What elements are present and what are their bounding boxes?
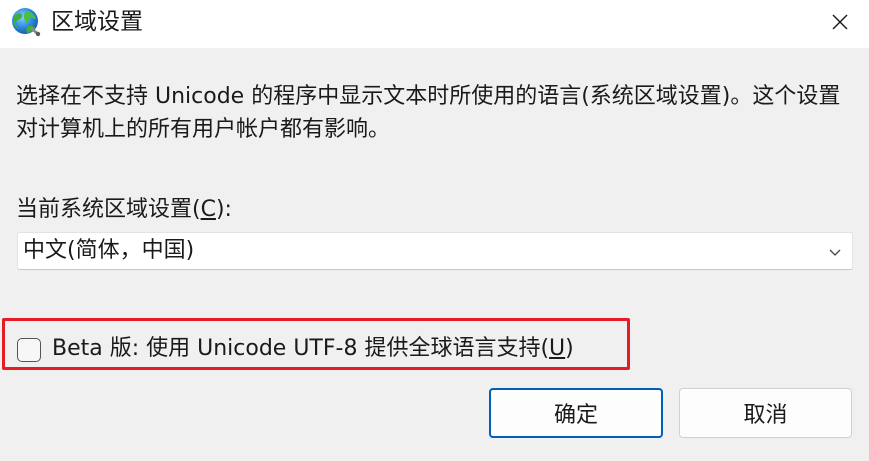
window-title: 区域设置 bbox=[51, 9, 143, 35]
description-text: 选择在不支持 Unicode 的程序中显示文本时所使用的语言(系统区域设置)。这… bbox=[16, 84, 841, 142]
globe-icon bbox=[8, 5, 42, 39]
current-locale-label: 当前系统区域设置(C): bbox=[16, 195, 232, 225]
current-locale-label-text: 当前系统区域设置( bbox=[16, 197, 201, 222]
utf8-beta-checkbox[interactable] bbox=[17, 338, 41, 362]
title-bar[interactable]: 区域设置 bbox=[0, 0, 869, 48]
system-locale-value: 中文(简体，中国) bbox=[23, 238, 195, 263]
system-locale-dropdown[interactable]: 中文(简体，中国) bbox=[17, 232, 853, 270]
chevron-down-icon bbox=[829, 249, 841, 256]
current-locale-label-accelerator: C bbox=[200, 197, 216, 222]
region-settings-dialog: 区域设置 选择在不支持 Unicode 的程序中显示文本时所使用的语言(系统区域… bbox=[0, 0, 869, 461]
close-icon bbox=[832, 14, 848, 30]
ok-button[interactable]: 确定 bbox=[489, 388, 663, 438]
close-button[interactable] bbox=[811, 0, 869, 44]
current-locale-label-suffix: ): bbox=[215, 197, 232, 222]
utf8-beta-label-suffix: ) bbox=[565, 336, 574, 361]
utf8-beta-label[interactable]: Beta 版: 使用 Unicode UTF-8 提供全球语言支持(U) bbox=[52, 334, 574, 364]
cancel-button[interactable]: 取消 bbox=[679, 388, 852, 438]
utf8-beta-label-accelerator: U bbox=[549, 336, 566, 361]
utf8-beta-label-text: Beta 版: 使用 Unicode UTF-8 提供全球语言支持( bbox=[52, 336, 550, 361]
